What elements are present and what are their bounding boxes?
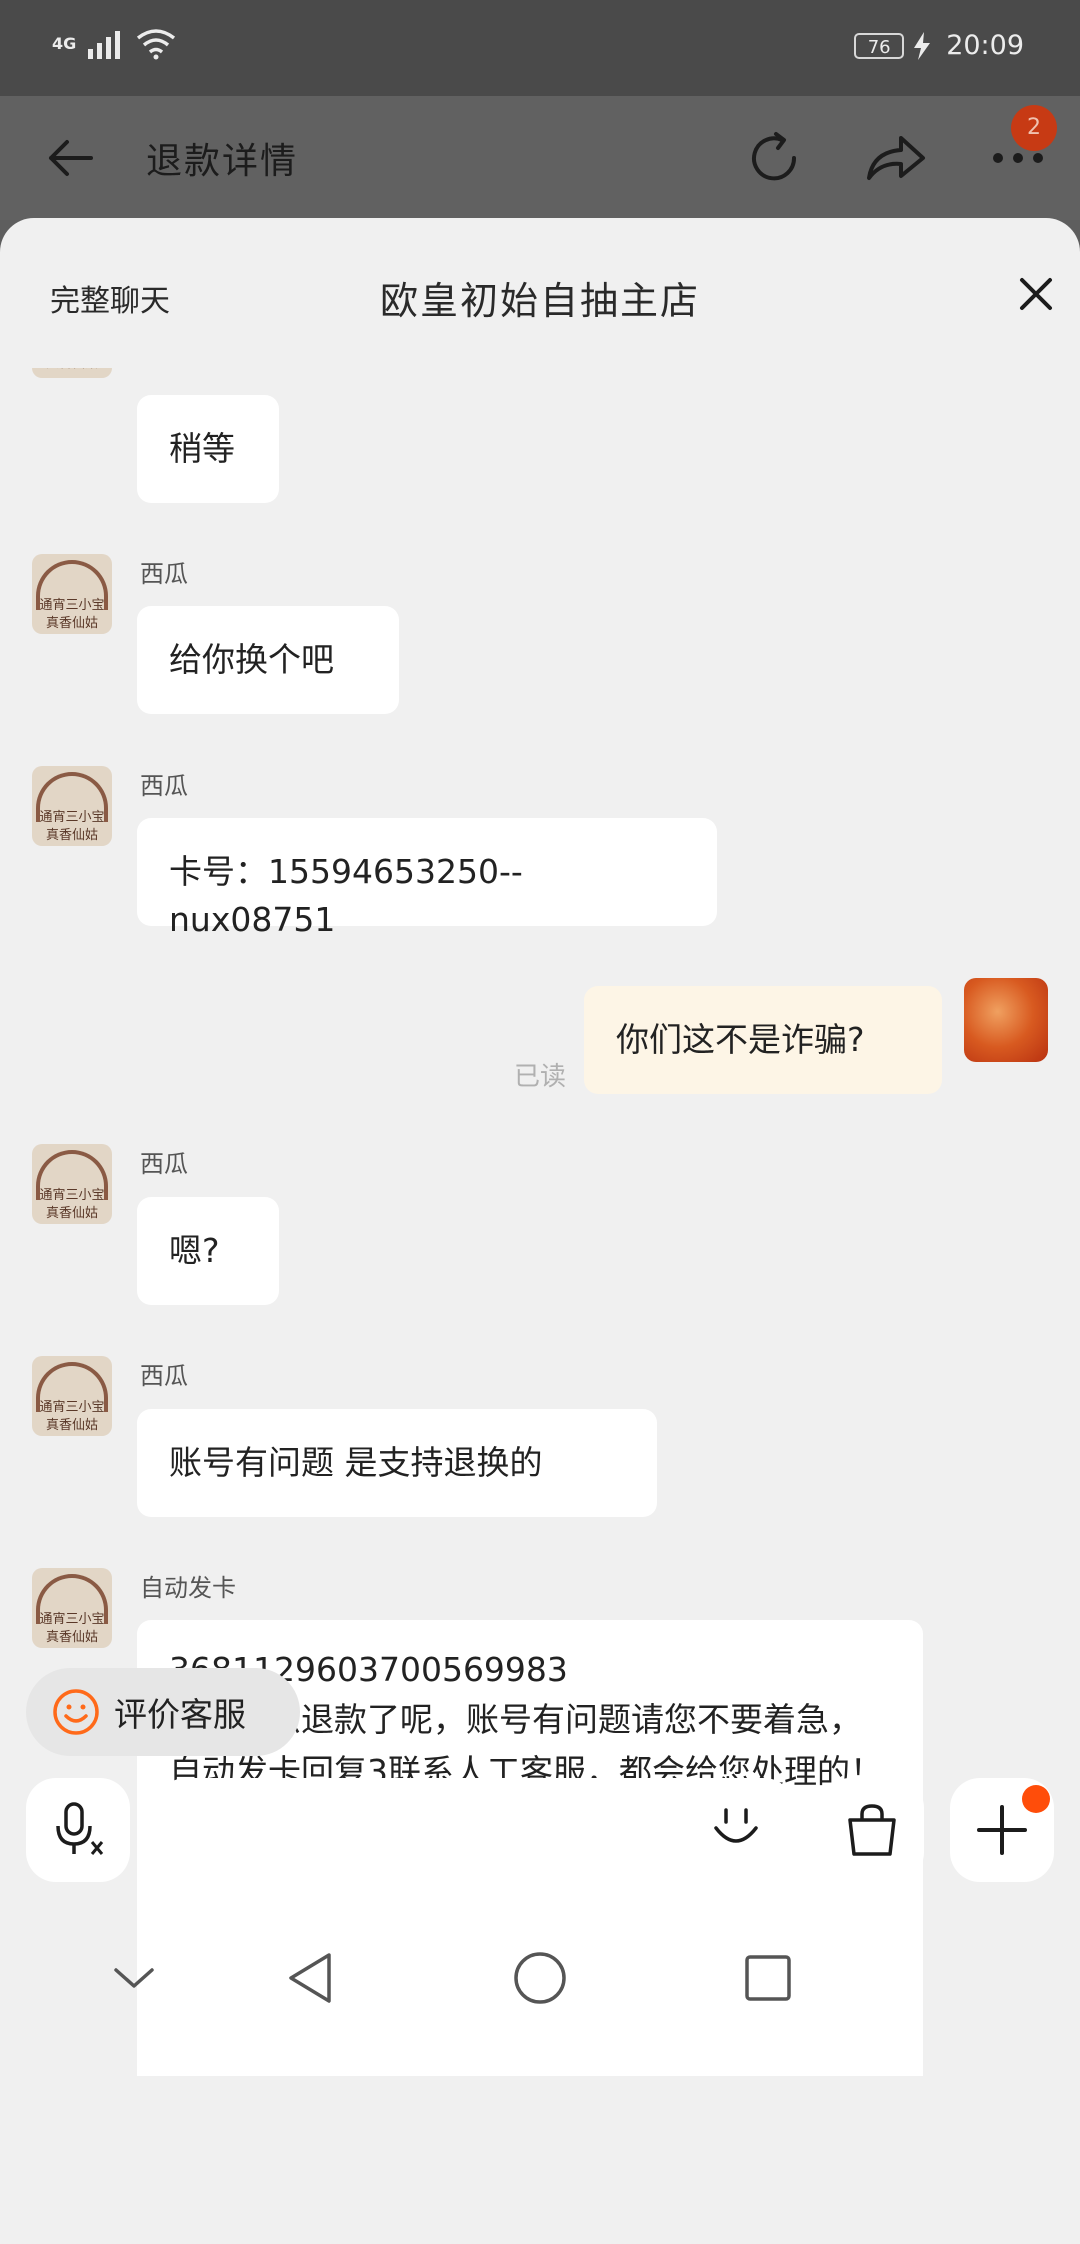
share-button[interactable] <box>864 126 928 190</box>
status-bar: 4G 76 20:09 <box>0 0 1080 96</box>
chevron-down-icon <box>114 1968 154 1988</box>
refresh-icon <box>752 132 797 181</box>
rate-service-label: 评价客服 <box>114 1695 246 1734</box>
read-status: 已读 <box>514 1062 567 1092</box>
sender-name: 自动发卡 <box>140 1574 236 1602</box>
message-bubble[interactable]: 卡号：15594653250--nux08751 <box>137 818 717 939</box>
shop-name: 欧皇初始自抽主店 <box>379 279 700 323</box>
shop-avatar[interactable]: 通宵三小宝 真香仙姑 <box>32 1356 112 1436</box>
close-icon[interactable] <box>1016 274 1056 314</box>
message-bubble[interactable]: 账号有问题 是支持退换的 <box>137 1409 657 1517</box>
voice-input-button[interactable] <box>26 1778 130 1882</box>
rate-service-button[interactable]: 评价客服 <box>26 1668 300 1756</box>
message-bubble[interactable]: 稍等 <box>137 395 279 503</box>
shop-avatar-partial: 通宵三小宝 真香仙姑 <box>32 368 112 382</box>
shop-avatar[interactable]: 通宵三小宝 真香仙姑 <box>32 1144 112 1224</box>
back-arrow-icon <box>49 140 93 176</box>
circle-home-icon <box>514 1952 566 2004</box>
refresh-button[interactable] <box>742 126 806 190</box>
notification-badge: 2 <box>1011 105 1057 151</box>
sheet-header: 完整聊天 欧皇初始自抽主店 <box>0 218 1080 368</box>
triangle-back-icon <box>289 1953 331 2003</box>
my-message-bubble[interactable]: 你们这不是诈骗? <box>584 986 942 1094</box>
nav-back-button[interactable] <box>280 1948 340 2008</box>
page-header: 退款详情 <box>0 96 1080 220</box>
wifi-icon <box>137 29 176 60</box>
shopping-bag-icon <box>848 1804 896 1856</box>
network-type: 4G <box>52 34 77 53</box>
sender-name: 西瓜 <box>140 1362 188 1390</box>
message-bubble[interactable]: 给你换个吧 <box>137 606 399 714</box>
message-input[interactable] <box>156 1778 794 1882</box>
new-indicator-dot <box>1022 1785 1050 1813</box>
my-avatar[interactable] <box>964 978 1048 1062</box>
charging-icon <box>914 31 931 60</box>
sender-name: 西瓜 <box>140 1150 188 1178</box>
plus-icon <box>977 1805 1027 1855</box>
message-bubble[interactable]: 嗯? <box>137 1197 279 1305</box>
nav-home-button[interactable] <box>510 1948 570 2008</box>
input-bar <box>0 1778 1080 1884</box>
share-icon <box>867 136 925 180</box>
more-dots-icon <box>993 153 1043 163</box>
shop-avatar[interactable]: 通宵三小宝 真香仙姑 <box>32 1568 112 1648</box>
products-button[interactable] <box>820 1778 924 1882</box>
emoji-icon[interactable] <box>708 1802 764 1858</box>
sender-name: 西瓜 <box>140 560 188 588</box>
page-title: 退款详情 <box>146 141 299 182</box>
square-recents-icon <box>745 1955 791 2001</box>
battery-indicator: 76 <box>854 32 905 59</box>
back-button[interactable] <box>38 126 102 190</box>
signal-icon <box>88 31 121 59</box>
clock: 20:09 <box>946 30 1024 61</box>
sender-name: 西瓜 <box>140 772 188 800</box>
shop-avatar[interactable]: 通宵三小宝 真香仙姑 <box>32 554 112 634</box>
smiley-icon <box>53 1689 99 1735</box>
nav-collapse-button[interactable] <box>104 1948 164 2008</box>
system-nav-bar <box>0 1926 1080 2026</box>
nav-recents-button[interactable] <box>738 1948 798 2008</box>
shop-avatar[interactable]: 通宵三小宝 真香仙姑 <box>32 766 112 846</box>
microphone-icon <box>56 1802 104 1855</box>
